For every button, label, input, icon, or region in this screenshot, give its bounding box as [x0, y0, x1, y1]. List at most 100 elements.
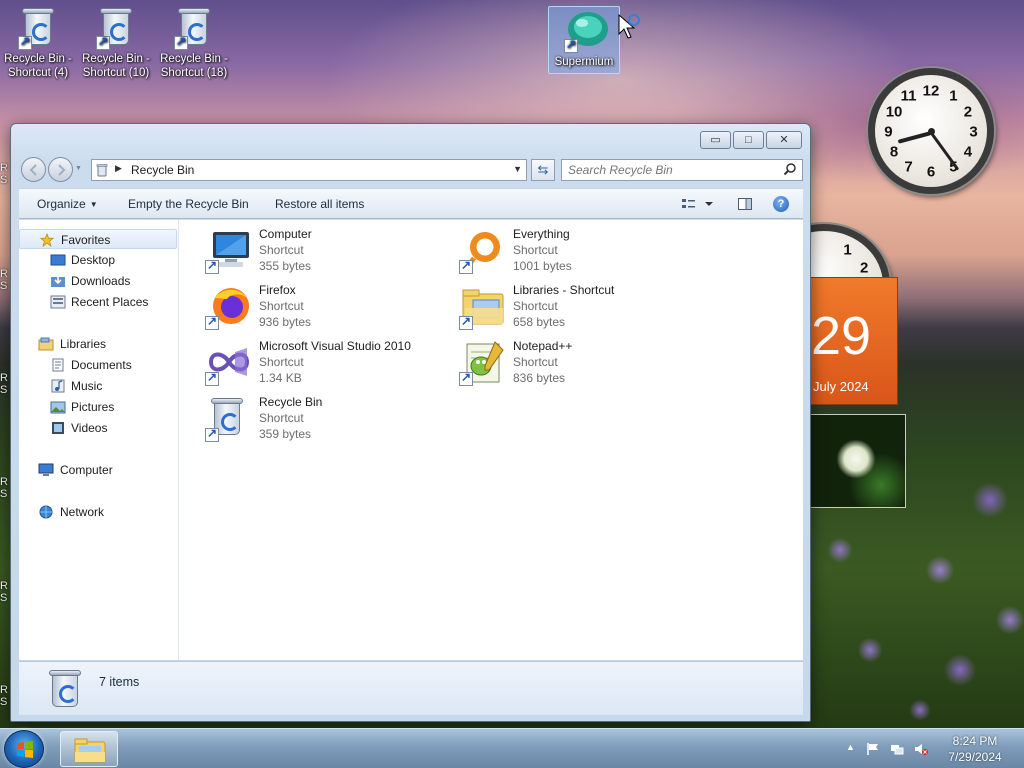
desktop-icon-clipped[interactable]: R S	[0, 372, 10, 396]
help-icon: ?	[773, 196, 789, 212]
volume-muted-icon[interactable]	[914, 742, 928, 756]
desktop-icon-clipped[interactable]: R S	[0, 476, 10, 500]
taskbar-clock[interactable]: 8:24 PM 7/29/2024	[940, 733, 1010, 765]
breadcrumb-separator[interactable]: ▶	[115, 163, 122, 174]
nav-item-videos[interactable]: Videos	[19, 418, 177, 438]
desktop-icon-supermium[interactable]: Supermium	[548, 6, 620, 74]
details-pane: 7 items	[19, 661, 803, 715]
file-item-visual-studio-2010[interactable]: Microsoft Visual Studio 2010 Shortcut 1.…	[197, 334, 447, 386]
clock-gadget[interactable]: 12 1 2 3 4 5 6 7 8 9 10 11	[868, 68, 994, 194]
taskbar-time: 8:24 PM	[952, 734, 998, 748]
desktop-icon-label: Recycle Bin - Shortcut (10)	[82, 53, 150, 79]
file-name: Libraries - Shortcut	[513, 283, 615, 297]
nav-item-libraries[interactable]: Libraries	[19, 334, 177, 354]
search-input[interactable]	[568, 160, 778, 180]
pictures-icon	[50, 401, 66, 414]
desktop-icon-clipped[interactable]: R S	[0, 268, 10, 292]
file-size: 1001 bytes	[513, 259, 572, 273]
item-count: 7 items	[99, 675, 140, 689]
recent-pages-dropdown-icon[interactable]: ▼	[75, 165, 82, 172]
slideshow-gadget-photo[interactable]	[810, 414, 906, 508]
network-icon	[39, 505, 53, 519]
shortcut-arrow-icon	[205, 370, 219, 386]
content-pane: Favorites Desktop Downloads Recent Place…	[19, 220, 803, 660]
file-item-libraries-shortcut[interactable]: Libraries - Shortcut Shortcut 658 bytes	[451, 278, 701, 330]
action-center-flag-icon[interactable]	[866, 742, 880, 756]
file-size: 658 bytes	[513, 315, 566, 329]
search-box[interactable]	[561, 159, 803, 181]
downloads-icon	[51, 275, 65, 287]
breadcrumb-recycle-bin[interactable]: Recycle Bin	[131, 163, 194, 177]
desktop-icon-recycle-bin-shortcut-18[interactable]: Recycle Bin -Shortcut (18)	[158, 0, 230, 80]
view-options-icon	[682, 199, 713, 208]
nav-item-music[interactable]: Music	[19, 376, 177, 396]
file-item-recycle-bin[interactable]: Recycle Bin Shortcut 359 bytes	[197, 390, 447, 442]
calendar-day: 29	[811, 306, 872, 366]
back-button[interactable]	[21, 157, 46, 182]
help-button[interactable]: ?	[773, 196, 791, 212]
desktop-icon-recycle-bin-shortcut-10[interactable]: Recycle Bin -Shortcut (10)	[80, 0, 152, 80]
address-bar[interactable]: ▶ Recycle Bin ▼	[91, 159, 527, 181]
calendar-gadget[interactable]: 29 July 2024	[810, 277, 898, 405]
file-size: 836 bytes	[513, 371, 566, 385]
search-icon[interactable]	[783, 162, 797, 176]
shortcut-arrow-icon	[459, 370, 473, 386]
command-bar: Organize ▼ Empty the Recycle Bin Restore …	[19, 188, 803, 219]
file-item-everything[interactable]: Everything Shortcut 1001 bytes	[451, 222, 701, 274]
recycle-bin-icon	[45, 668, 85, 712]
show-hidden-icons-button[interactable]: ▲	[846, 742, 855, 752]
desktop-icon-clipped[interactable]: R S	[0, 162, 10, 186]
file-list: Computer Shortcut 355 bytes Everything S…	[189, 220, 799, 660]
file-item-notepad-plus-plus[interactable]: Notepad++ Shortcut 836 bytes	[451, 334, 701, 386]
empty-recycle-bin-button[interactable]: Empty the Recycle Bin	[128, 197, 249, 211]
nav-item-desktop[interactable]: Desktop	[19, 250, 177, 270]
nav-item-network[interactable]: Network	[19, 502, 177, 522]
forward-button[interactable]	[48, 157, 73, 182]
file-type: Shortcut	[259, 299, 304, 313]
shortcut-arrow-icon	[174, 34, 188, 50]
desktop-icon-clipped[interactable]: R S	[0, 580, 10, 604]
shortcut-arrow-icon	[205, 258, 219, 274]
nav-item-computer[interactable]: Computer	[19, 460, 177, 480]
nav-item-favorites[interactable]: Favorites	[19, 229, 177, 249]
folder-icon	[74, 738, 106, 763]
close-button[interactable]: ✕	[766, 131, 802, 149]
refresh-button[interactable]: ⇆	[531, 159, 555, 181]
nav-item-pictures[interactable]: Pictures	[19, 397, 177, 417]
change-view-button[interactable]	[681, 196, 713, 212]
navigation-pane: Favorites Desktop Downloads Recent Place…	[19, 220, 179, 660]
address-dropdown-icon[interactable]: ▼	[513, 164, 522, 174]
nav-item-downloads[interactable]: Downloads	[19, 271, 177, 291]
file-name: Firefox	[259, 283, 296, 297]
maximize-button[interactable]: □	[733, 131, 764, 149]
desktop-icon-clipped[interactable]: R S	[0, 684, 10, 708]
file-type: Shortcut	[513, 299, 558, 313]
organize-button[interactable]: Organize ▼	[37, 197, 98, 211]
file-type: Shortcut	[513, 355, 558, 369]
nav-item-documents[interactable]: Documents	[19, 355, 177, 375]
restore-all-items-button[interactable]: Restore all items	[275, 197, 364, 211]
file-name: Everything	[513, 227, 570, 241]
file-size: 936 bytes	[259, 315, 312, 329]
nav-item-recent-places[interactable]: Recent Places	[19, 292, 177, 312]
start-button[interactable]	[4, 730, 44, 768]
desktop-icon-recycle-bin-shortcut-4[interactable]: Recycle Bin -Shortcut (4)	[2, 0, 74, 80]
supermium-icon	[564, 9, 608, 53]
file-type: Shortcut	[259, 355, 304, 369]
file-name: Recycle Bin	[259, 395, 323, 409]
taskbar-windows-explorer[interactable]	[60, 731, 118, 767]
mouse-cursor-icon	[618, 13, 642, 45]
recent-places-icon	[50, 295, 66, 309]
minimize-button[interactable]: ▭	[700, 131, 731, 149]
computer-icon	[38, 463, 54, 476]
preview-pane-button[interactable]	[737, 196, 755, 212]
clock-hour-hand	[897, 131, 932, 144]
recycle-bin-icon	[18, 6, 58, 50]
file-type: Shortcut	[259, 243, 304, 257]
documents-icon	[52, 358, 64, 372]
music-icon	[51, 379, 65, 393]
file-size: 359 bytes	[259, 427, 312, 441]
file-item-firefox[interactable]: Firefox Shortcut 936 bytes	[197, 278, 447, 330]
file-item-computer[interactable]: Computer Shortcut 355 bytes	[197, 222, 447, 274]
network-icon[interactable]	[890, 742, 904, 756]
